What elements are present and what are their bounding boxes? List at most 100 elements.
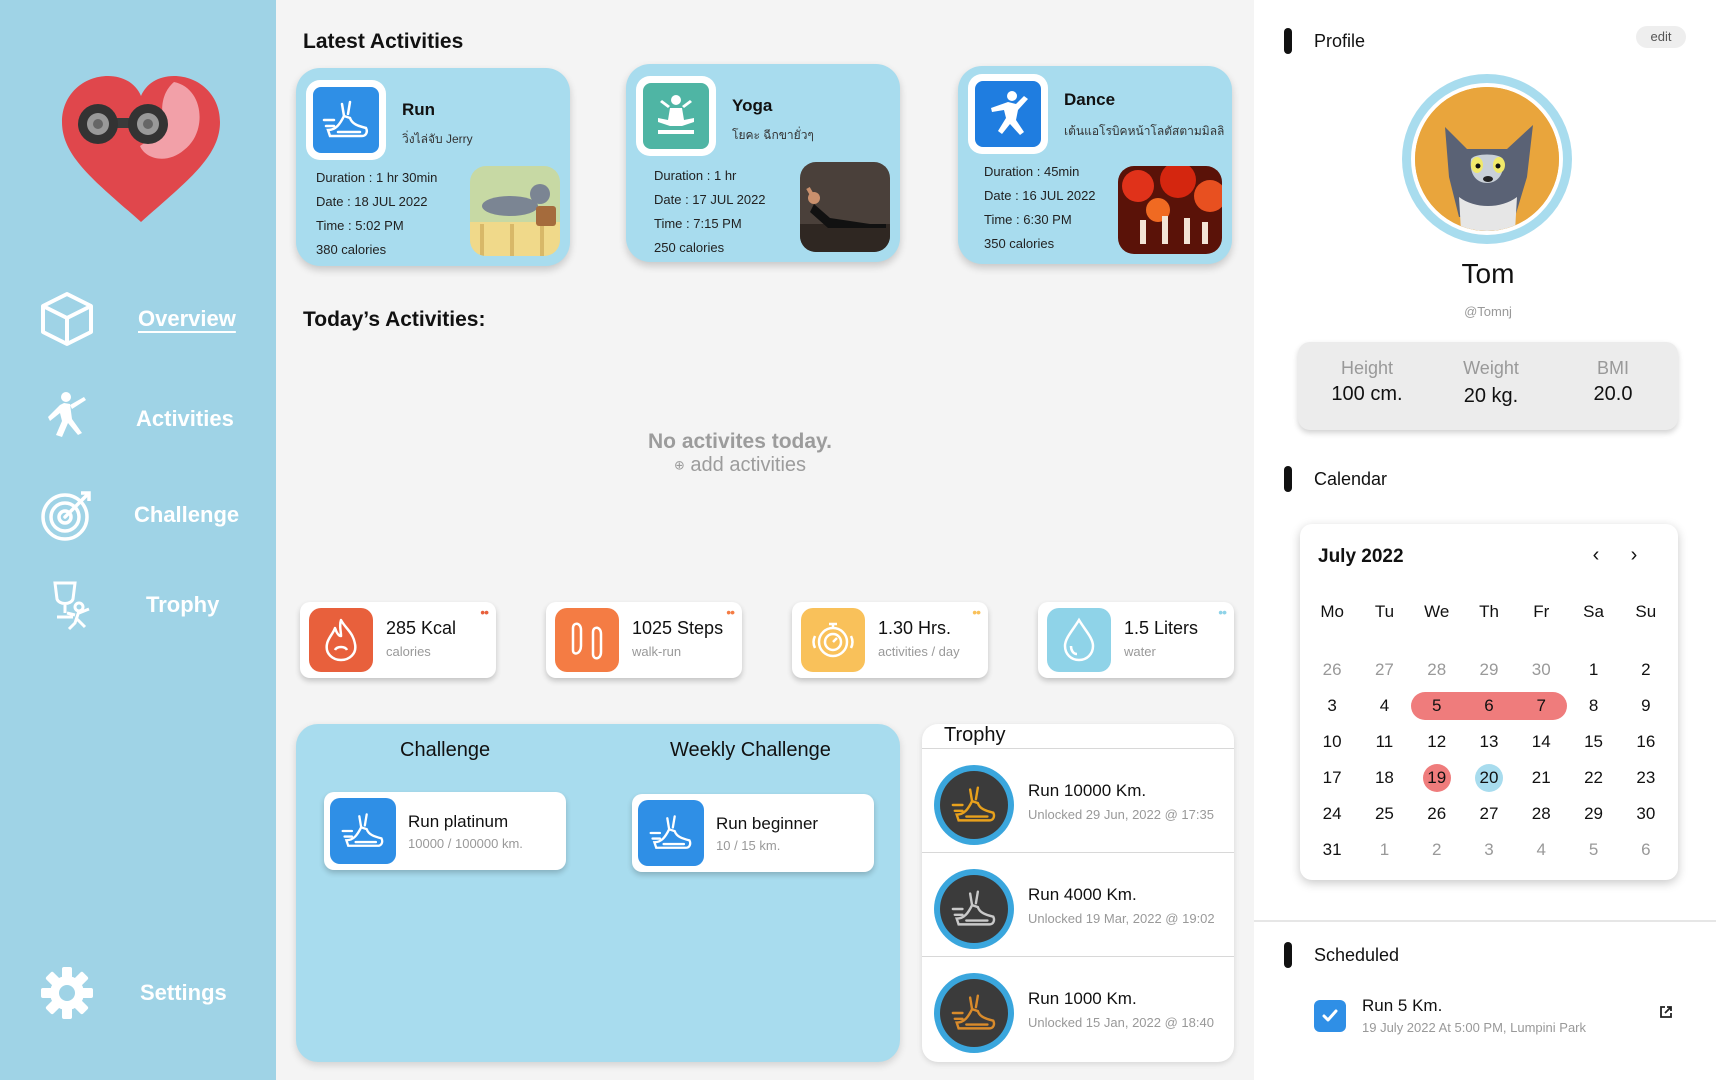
calendar-day[interactable]: 8 [1567,692,1619,720]
chevron-right-icon[interactable]: › [1622,544,1646,567]
calendar-day[interactable]: 27 [1358,656,1410,684]
calendar-day[interactable]: 29 [1567,800,1619,828]
calendar-day[interactable]: 18 [1358,764,1410,792]
calendar-day[interactable]: 25 [1358,800,1410,828]
calendar-day[interactable]: 16 [1620,728,1672,756]
activity-duration: Duration : 1 hr 30min [316,170,438,185]
calendar-day[interactable]: 11 [1358,728,1410,756]
calendar-day[interactable]: 6 [1462,692,1516,720]
calendar-header: Calendar [1284,466,1387,492]
calendar-day[interactable]: 5 [1410,692,1463,720]
calendar-day[interactable]: 6 [1620,836,1672,864]
calendar-day[interactable]: 30 [1515,656,1567,684]
avatar[interactable] [1402,74,1572,244]
calendar-day[interactable]: 4 [1515,836,1567,864]
calendar-month: July 2022 [1318,546,1404,567]
latest-activity-card-run[interactable]: Run วิ่งไล่จับ Jerry Duration : 1 hr 30m… [296,68,570,266]
calendar-week-row: 10 11 12 13 14 15 16 [1306,724,1672,760]
right-panel: Profile edit Tom @Tomnj Height 100 cm. W… [1254,0,1716,1080]
profile-header: Profile [1284,28,1365,54]
calendar-day-number: 17 [1322,768,1342,787]
activity-time: Time : 5:02 PM [316,218,404,233]
calendar-day[interactable]: 24 [1306,800,1358,828]
profile-name: Tom [1461,258,1515,289]
activity-icon-frame [636,76,716,156]
stat-card-activities-hours[interactable]: 1.30 Hrs. activities / day •• [792,602,988,678]
calendar-day[interactable]: 3 [1306,692,1358,720]
sidebar-item-trophy[interactable]: Trophy [36,574,219,636]
calendar-widget: July 2022 ‹ › Mo Tu We Th Fr Sa Su 26 27 28 29 30 1 2… [1300,524,1678,880]
calendar-day[interactable]: 10 [1306,728,1358,756]
calendar-day[interactable]: 26 [1306,656,1358,684]
calendar-day[interactable]: 2 [1620,656,1672,684]
trophy-item[interactable]: Run 1000 Km. Unlocked 15 Jan, 2022 @ 18:… [922,956,1234,1060]
gear-icon [36,962,98,1024]
more-dots-icon[interactable]: •• [972,604,981,620]
calendar-day-number: 1 [1588,660,1599,679]
gold-medal-icon [934,765,1014,845]
stat-card-water[interactable]: 1.5 Liters water •• [1038,602,1234,678]
calendar-day[interactable]: 15 [1567,728,1619,756]
calendar-day[interactable]: 14 [1515,728,1567,756]
calendar-day[interactable]: 28 [1411,656,1463,684]
calendar-day[interactable]: 9 [1620,692,1672,720]
calendar-weekday: Mo [1320,602,1344,621]
sidebar-item-label: Overview [138,306,236,331]
dance-icon [975,81,1041,147]
challenge-card-run-platinum[interactable]: Run platinum 10000 / 100000 km. [324,792,566,870]
calendar-day[interactable]: 5 [1567,836,1619,864]
external-link-icon[interactable] [1658,1004,1676,1022]
sidebar: Overview Activities Challenge Trophy Set… [0,0,276,1080]
sidebar-item-activities[interactable]: Activities [36,388,234,450]
calendar-day[interactable]: 21 [1515,764,1567,792]
calendar-day[interactable]: 26 [1411,800,1463,828]
checkbox[interactable] [1314,1000,1346,1032]
sidebar-item-overview[interactable]: Overview [36,288,236,350]
calendar-day[interactable]: 31 [1306,836,1358,864]
calendar-day[interactable]: 12 [1411,728,1463,756]
calendar-day[interactable]: 20 [1463,764,1515,792]
calendar-day[interactable]: 29 [1463,656,1515,684]
calendar-day[interactable]: 1 [1358,836,1410,864]
calendar-day[interactable]: 30 [1620,800,1672,828]
latest-activity-card-dance[interactable]: Dance เต้นแอโรบิคหน้าโลตัสตามมิลลิ Durat… [958,66,1232,264]
chevron-left-icon[interactable]: ‹ [1584,544,1608,567]
calendar-day[interactable]: 7 [1515,692,1568,720]
calendar-day-number: 6 [1484,696,1494,715]
scheduled-header: Scheduled [1284,942,1399,968]
settings-button[interactable]: Settings [36,962,227,1024]
sidebar-item-challenge[interactable]: Challenge [36,484,239,546]
stat-card-steps[interactable]: 1025 Steps walk-run •• [546,602,742,678]
stat-label: water [1124,644,1156,659]
calendar-day-number: 28 [1531,804,1551,823]
calendar-day[interactable]: 22 [1567,764,1619,792]
stat-card-calories[interactable]: 285 Kcal calories •• [300,602,496,678]
trophy-item[interactable]: Run 10000 Km. Unlocked 29 Jun, 2022 @ 17… [922,748,1234,852]
trophy-panel: Trophy Run 10000 Km. Unlocked 29 Jun, 20… [922,724,1234,1062]
calendar-day[interactable]: 23 [1620,764,1672,792]
more-dots-icon[interactable]: •• [1218,604,1227,620]
latest-activity-card-yoga[interactable]: Yoga โยคะ ฉีกขายั่วๆ Duration : 1 hr Dat… [626,64,900,262]
calendar-day[interactable]: 17 [1306,764,1358,792]
calendar-weekday: Su [1635,602,1657,621]
calendar-day[interactable]: 2 [1411,836,1463,864]
calendar-day[interactable]: 4 [1358,692,1410,720]
calendar-weekday: Tu [1374,602,1395,621]
edit-profile-button[interactable]: edit [1636,26,1686,48]
stat-label: walk-run [632,644,682,659]
challenge-card-run-beginner[interactable]: Run beginner 10 / 15 km. [632,794,874,872]
calendar-weekday: Fr [1533,602,1550,621]
calendar-day[interactable]: 3 [1463,836,1515,864]
more-dots-icon[interactable]: •• [480,604,489,620]
trophy-item[interactable]: Run 4000 Km. Unlocked 19 Mar, 2022 @ 19:… [922,852,1234,956]
calendar-day[interactable]: 1 [1567,656,1619,684]
scheduled-heading: Scheduled [1314,944,1400,965]
sidebar-item-label: Trophy [146,592,220,617]
add-circle-icon: ⊕ [673,457,685,473]
calendar-day[interactable]: 28 [1515,800,1567,828]
calendar-day[interactable]: 27 [1463,800,1515,828]
calendar-day[interactable]: 13 [1463,728,1515,756]
calendar-day[interactable]: 19 [1411,764,1463,792]
more-dots-icon[interactable]: •• [726,604,735,620]
add-activities-button[interactable]: ⊕ add activities [560,454,920,477]
